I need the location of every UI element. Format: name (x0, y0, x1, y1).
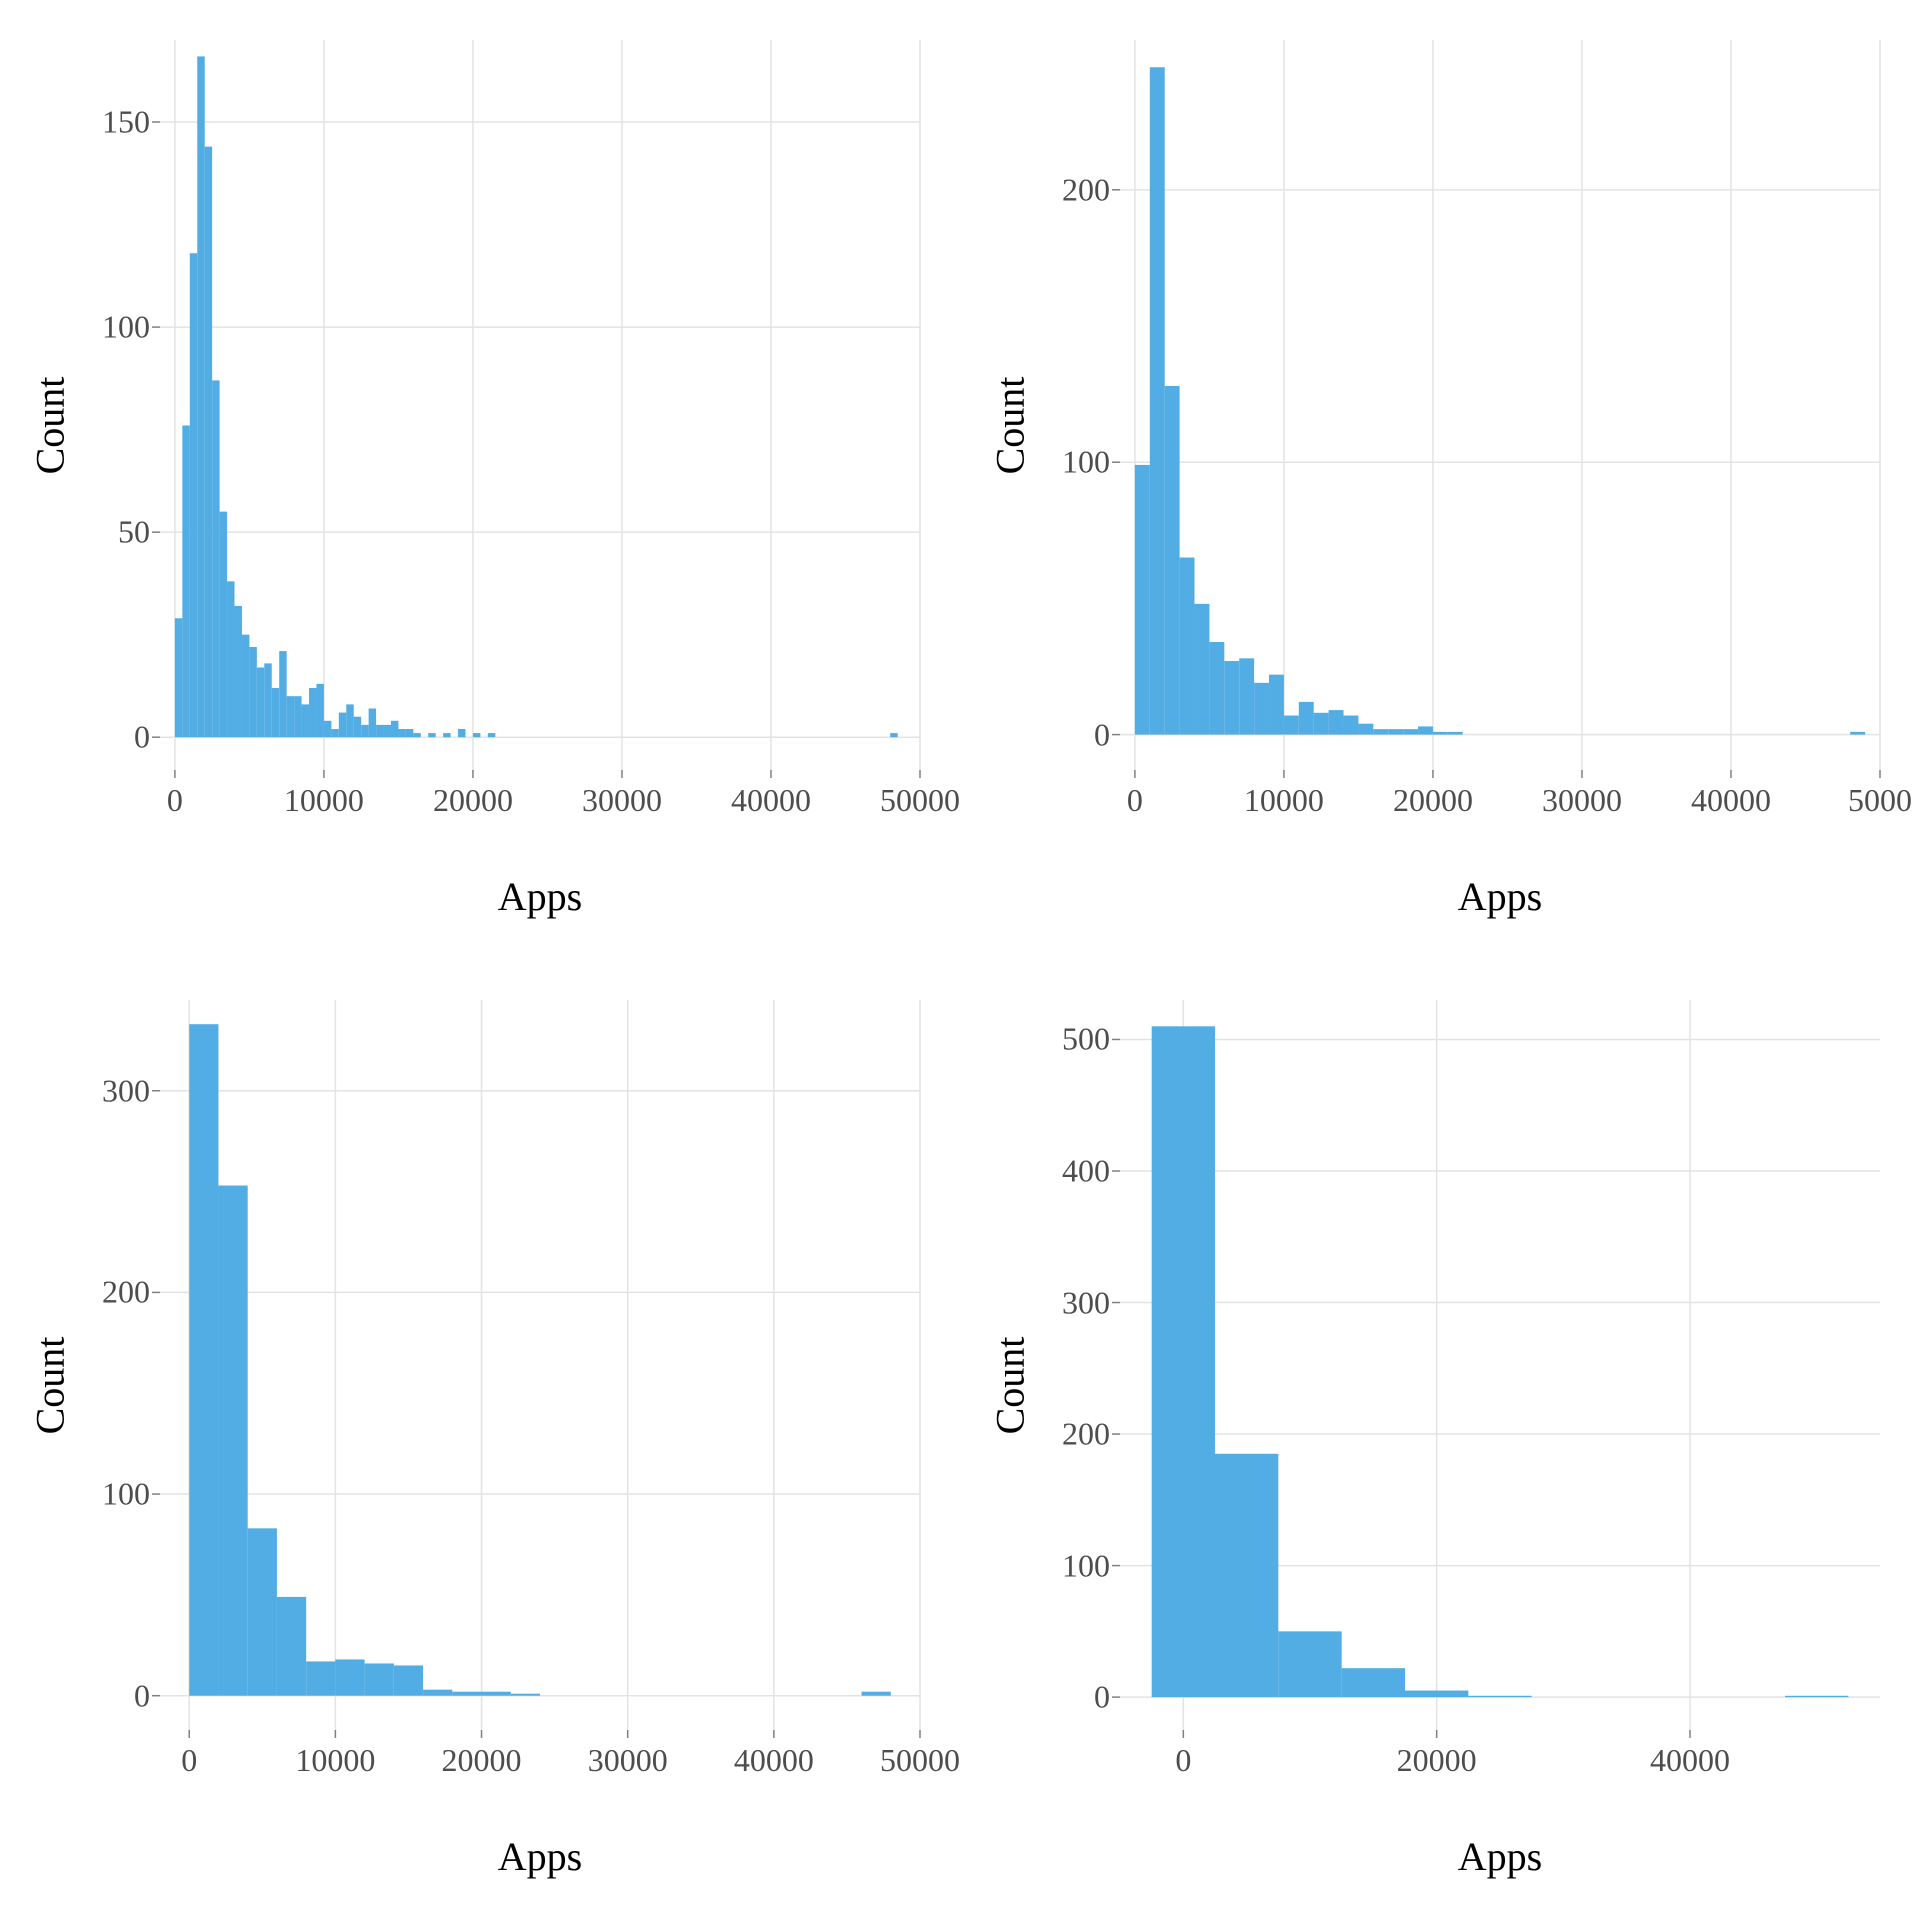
x-tick-label: 0 (1175, 1742, 1191, 1779)
y-tick-label: 100 (1062, 1547, 1120, 1584)
x-tick-label: 0 (181, 1742, 197, 1779)
x-tick-label: 20000 (433, 782, 513, 819)
x-tick-label: 50000 (880, 782, 960, 819)
x-tick-label: 30000 (588, 1742, 668, 1779)
plot-area: 01000020000300004000050000050100150 (80, 20, 940, 830)
histogram-panel-3: Count 0 20000 40000 0 100 200 300 400 500 Apps (980, 980, 1900, 1900)
y-tick-label: 200 (1062, 1416, 1120, 1453)
y-tick-label: 150 (102, 104, 160, 141)
x-tick-label: 40000 (1691, 782, 1771, 819)
y-axis-label: Count (987, 1336, 1034, 1434)
histogram-panel-2: Count01000020000300004000050000010020030… (20, 980, 940, 1900)
y-tick-label: 100 (1062, 444, 1120, 481)
x-tick-label: 40000 (734, 1742, 814, 1779)
x-tick-label: 30000 (1542, 782, 1622, 819)
y-tick-label: 300 (102, 1072, 160, 1109)
chart-grid: Count01000020000300004000050000050100150… (0, 0, 1920, 1920)
y-tick-label: 500 (1062, 1021, 1120, 1058)
y-tick-label: 0 (1094, 716, 1120, 753)
x-axis-label: Apps (1458, 873, 1542, 920)
x-tick-label: 40000 (1650, 1742, 1730, 1779)
x-tick-label: 0 (1127, 782, 1143, 819)
plot-area: 010000200003000040000500000100200300 (80, 980, 940, 1790)
x-tick-label: 0 (167, 782, 183, 819)
y-tick-label: 200 (102, 1274, 160, 1311)
y-tick-label: 100 (102, 1476, 160, 1513)
histogram-panel-1: Count01000020000300004000050000100200App… (980, 20, 1900, 940)
y-tick-label: 0 (1094, 1679, 1120, 1716)
x-tick-label: 20000 (442, 1742, 522, 1779)
y-axis-label: Count (27, 376, 74, 474)
x-tick-label: 10000 (284, 782, 364, 819)
y-tick-label: 0 (134, 1677, 160, 1714)
x-tick-label: 20000 (1397, 1742, 1477, 1779)
y-axis-label: Count (27, 1336, 74, 1434)
y-tick-label: 0 (134, 719, 160, 756)
y-tick-label: 50 (118, 514, 160, 551)
x-tick-label: 30000 (582, 782, 662, 819)
x-axis-label: Apps (498, 1833, 582, 1880)
plot-area: 0 20000 40000 0 100 200 300 400 500 (1040, 980, 1900, 1790)
x-tick-label: 50000 (880, 1742, 960, 1779)
x-tick-label: 10000 (1244, 782, 1324, 819)
y-tick-label: 200 (1062, 171, 1120, 208)
plot-area: 01000020000300004000050000100200 (1040, 20, 1900, 830)
x-tick-label: 10000 (295, 1742, 375, 1779)
x-tick-label: 40000 (731, 782, 811, 819)
histogram-panel-0: Count01000020000300004000050000050100150… (20, 20, 940, 940)
y-tick-label: 300 (1062, 1284, 1120, 1321)
x-axis-label: Apps (498, 873, 582, 920)
x-tick-label: 5000 (1848, 782, 1912, 819)
y-tick-label: 400 (1062, 1152, 1120, 1189)
x-tick-label: 20000 (1393, 782, 1473, 819)
y-tick-label: 100 (102, 309, 160, 346)
y-axis-label: Count (987, 376, 1034, 474)
x-axis-label: Apps (1458, 1833, 1542, 1880)
